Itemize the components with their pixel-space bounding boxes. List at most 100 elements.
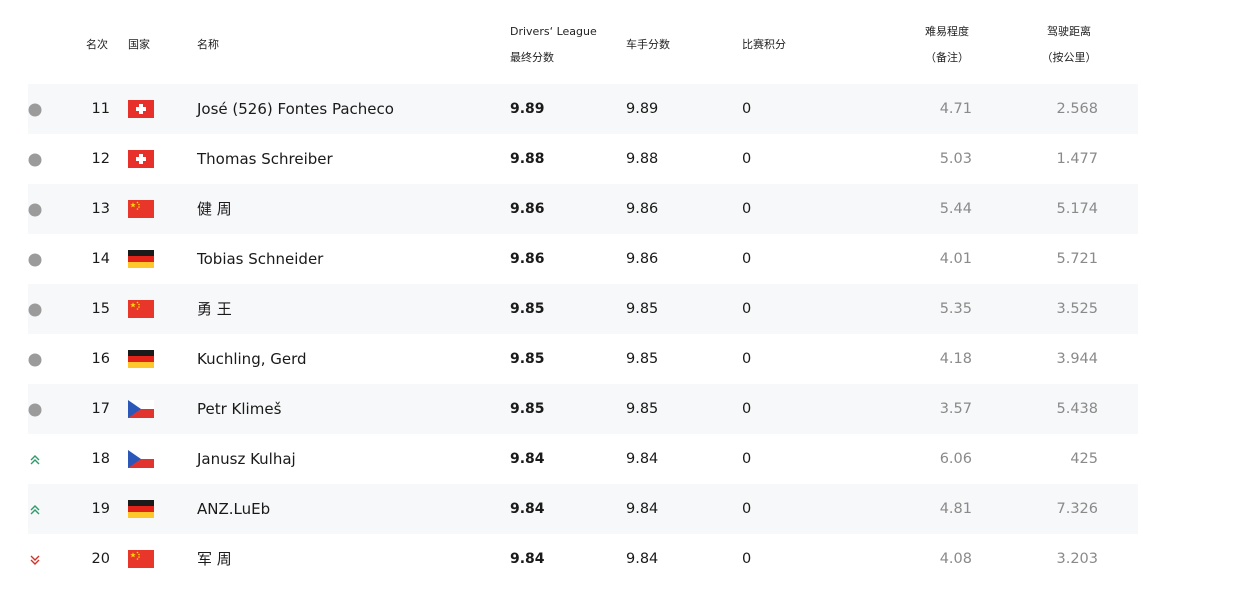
table-header: 名次 国家 名称 Drivers‘ League 最终分数 车手分数 比赛积分 … — [28, 0, 1138, 84]
final-score-cell: 9.84 — [510, 501, 545, 517]
match-points-cell: 0 — [742, 101, 752, 117]
match-points-cell: 0 — [742, 251, 752, 267]
germany-flag-icon — [128, 350, 154, 368]
header-final-score: Drivers‘ League 最终分数 — [510, 19, 597, 71]
final-score-cell: 9.86 — [510, 201, 545, 217]
final-score-cell: 9.84 — [510, 451, 545, 467]
final-score-cell: 9.85 — [510, 301, 545, 317]
header-match-points: 比赛积分 — [742, 38, 786, 51]
distance-cell: 1.477 — [1056, 151, 1098, 167]
rank-cell: 16 — [91, 351, 110, 367]
driver-name[interactable]: Kuchling, Gerd — [197, 334, 307, 384]
distance-cell: 7.326 — [1056, 501, 1098, 517]
final-score-cell: 9.84 — [510, 551, 545, 567]
header-difficulty-line2: （备注） — [925, 51, 969, 64]
driver-score-cell: 9.84 — [626, 501, 659, 517]
driver-name[interactable]: Tobias Schneider — [197, 234, 323, 284]
table-row[interactable]: 13 健 周 9.86 9.86 0 5.44 5.174 — [28, 184, 1138, 234]
driver-score-cell: 9.84 — [626, 551, 659, 567]
trend-up-icon — [28, 502, 42, 516]
header-driver-score: 车手分数 — [626, 38, 670, 51]
trend-neutral-icon — [28, 302, 42, 317]
header-difficulty-line1: 难易程度 — [925, 25, 969, 38]
final-score-cell: 9.89 — [510, 101, 545, 117]
difficulty-cell: 5.44 — [939, 201, 972, 217]
table-row[interactable]: 14 Tobias Schneider 9.86 9.86 0 4.01 5.721 — [28, 234, 1138, 284]
driver-name[interactable]: 勇 王 — [197, 284, 232, 334]
driver-name[interactable]: Thomas Schreiber — [197, 134, 333, 184]
header-final-score-line1: Drivers‘ League — [510, 25, 597, 38]
driver-name[interactable]: ANZ.LuEb — [197, 484, 270, 534]
driver-score-cell: 9.86 — [626, 251, 659, 267]
difficulty-cell: 3.57 — [939, 401, 972, 417]
header-country: 国家 — [128, 38, 150, 51]
rank-cell: 17 — [91, 401, 110, 417]
rank-cell: 19 — [91, 501, 110, 517]
rank-cell: 15 — [91, 301, 110, 317]
germany-flag-icon — [128, 250, 154, 268]
driver-name[interactable]: 军 周 — [197, 534, 232, 584]
driver-score-cell: 9.85 — [626, 351, 659, 367]
table-row[interactable]: 19 ANZ.LuEb 9.84 9.84 0 4.81 7.326 — [28, 484, 1138, 534]
driver-name[interactable]: José (526) Fontes Pacheco — [197, 84, 394, 134]
header-rank: 名次 — [86, 38, 108, 51]
trend-neutral-icon — [28, 402, 42, 417]
difficulty-cell: 6.06 — [939, 451, 972, 467]
trend-neutral-icon — [28, 152, 42, 167]
table-row[interactable]: 11 José (526) Fontes Pacheco 9.89 9.89 0 4.71… — [28, 84, 1138, 134]
header-distance: 驾驶距离 （按公里） — [1034, 19, 1104, 71]
table-row[interactable]: 15 勇 王 9.85 9.85 0 5.35 3.525 — [28, 284, 1138, 334]
rank-cell: 11 — [91, 101, 110, 117]
china-flag-icon — [128, 200, 154, 218]
czech-flag-icon — [128, 400, 154, 418]
table-row[interactable]: 20 军 周 9.84 9.84 0 4.08 3.203 — [28, 534, 1138, 584]
trend-up-icon — [28, 452, 42, 466]
rank-cell: 18 — [91, 451, 110, 467]
match-points-cell: 0 — [742, 451, 752, 467]
driver-name[interactable]: Janusz Kulhaj — [197, 434, 296, 484]
rank-cell: 13 — [91, 201, 110, 217]
rank-cell: 14 — [91, 251, 110, 267]
germany-flag-icon — [128, 500, 154, 518]
rank-cell: 20 — [91, 551, 110, 567]
trend-neutral-icon — [28, 102, 42, 117]
trend-neutral-icon — [28, 252, 42, 267]
driver-name[interactable]: Petr Klimeš — [197, 384, 281, 434]
table-row[interactable]: 16 Kuchling, Gerd 9.85 9.85 0 4.18 3.944 — [28, 334, 1138, 384]
distance-cell: 3.525 — [1056, 301, 1098, 317]
driver-score-cell: 9.84 — [626, 451, 659, 467]
distance-cell: 5.174 — [1056, 201, 1098, 217]
distance-cell: 425 — [1070, 451, 1098, 467]
final-score-cell: 9.85 — [510, 401, 545, 417]
driver-score-cell: 9.85 — [626, 301, 659, 317]
header-name: 名称 — [197, 38, 219, 51]
driver-name[interactable]: 健 周 — [197, 184, 232, 234]
difficulty-cell: 5.35 — [939, 301, 972, 317]
driver-score-cell: 9.85 — [626, 401, 659, 417]
distance-cell: 5.721 — [1056, 251, 1098, 267]
table-row[interactable]: 12 Thomas Schreiber 9.88 9.88 0 5.03 1.477 — [28, 134, 1138, 184]
match-points-cell: 0 — [742, 501, 752, 517]
header-final-score-line2: 最终分数 — [510, 51, 554, 64]
match-points-cell: 0 — [742, 301, 752, 317]
china-flag-icon — [128, 550, 154, 568]
final-score-cell: 9.86 — [510, 251, 545, 267]
difficulty-cell: 4.81 — [939, 501, 972, 517]
difficulty-cell: 4.08 — [939, 551, 972, 567]
driver-score-cell: 9.86 — [626, 201, 659, 217]
trend-neutral-icon — [28, 202, 42, 217]
difficulty-cell: 4.01 — [939, 251, 972, 267]
switzerland-flag-icon — [128, 100, 154, 118]
difficulty-cell: 4.71 — [939, 101, 972, 117]
table-row[interactable]: 18 Janusz Kulhaj 9.84 9.84 0 6.06 425 — [28, 434, 1138, 484]
table-row[interactable]: 17 Petr Klimeš 9.85 9.85 0 3.57 5.438 — [28, 384, 1138, 434]
distance-cell: 5.438 — [1056, 401, 1098, 417]
trend-down-icon — [28, 552, 42, 566]
match-points-cell: 0 — [742, 401, 752, 417]
header-difficulty: 难易程度 （备注） — [916, 19, 978, 71]
leaderboard-table: 名次 国家 名称 Drivers‘ League 最终分数 车手分数 比赛积分 … — [28, 0, 1138, 584]
header-distance-line2: （按公里） — [1041, 51, 1097, 64]
trend-neutral-icon — [28, 352, 42, 367]
distance-cell: 2.568 — [1056, 101, 1098, 117]
difficulty-cell: 5.03 — [939, 151, 972, 167]
